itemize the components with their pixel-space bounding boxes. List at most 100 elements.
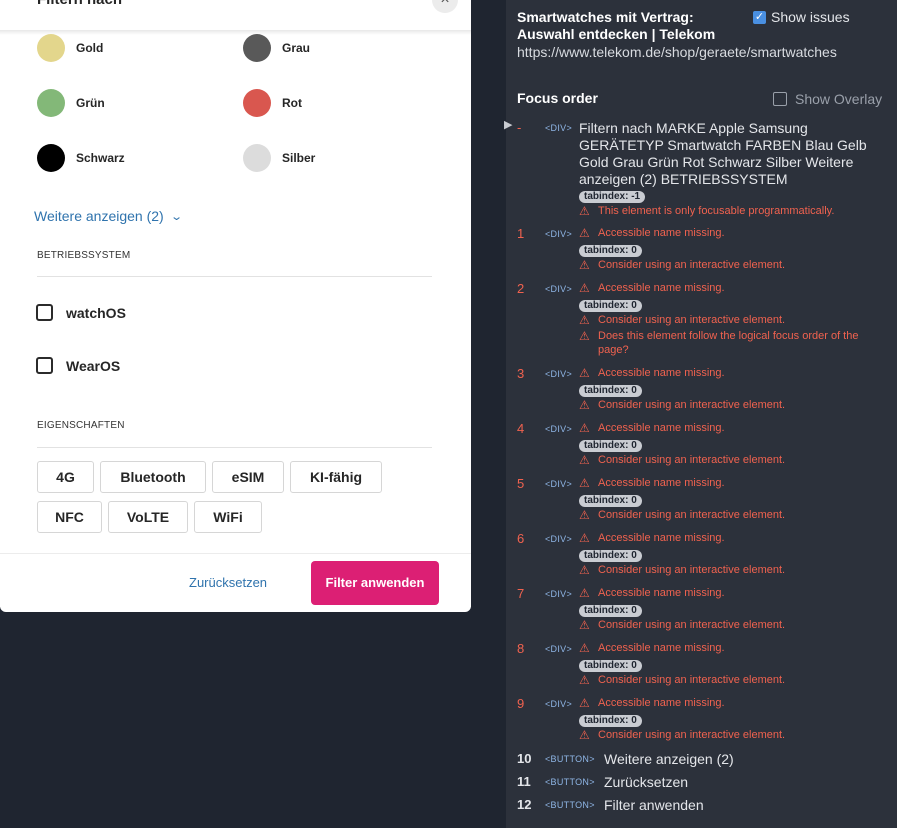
color-swatch <box>37 89 65 117</box>
element-text: Weitere anzeigen (2) <box>604 751 734 767</box>
warning-icon: ⚠ <box>579 226 590 240</box>
apply-filter-button[interactable]: Filter anwenden <box>311 561 439 605</box>
focus-number: 6 <box>517 531 525 546</box>
tabindex-badge: tabindex: 0 <box>579 605 642 617</box>
issue-text: Consider using an interactive element. <box>598 259 786 271</box>
chevron-down-icon: ⌄ <box>169 210 183 223</box>
color-option-rot[interactable]: Rot <box>243 89 302 117</box>
issue-line: ⚠ Consider using an interactive element. <box>579 728 891 742</box>
issue-text: Accessible name missing. <box>598 532 725 544</box>
chip-wifi[interactable]: WiFi <box>194 501 262 533</box>
issue-line: ⚠ Accessible name missing. <box>579 696 891 710</box>
color-option-gruen[interactable]: Grün <box>37 89 105 117</box>
element-tag: <DIV> <box>545 699 573 709</box>
checkbox-checked-icon[interactable]: ✓ <box>753 10 766 24</box>
issue-text: Accessible name missing. <box>598 282 725 294</box>
close-icon[interactable]: × <box>432 0 458 13</box>
warning-icon: ⚠ <box>579 281 590 295</box>
tabindex-badge: tabindex: 0 <box>579 440 642 452</box>
show-issues-label: Show issues <box>771 9 850 25</box>
color-option-schwarz[interactable]: Schwarz <box>37 144 125 172</box>
warning-icon: ⚠ <box>579 258 590 272</box>
show-more-link[interactable]: Weitere anzeigen (2) ⌄ <box>34 208 183 224</box>
warning-icon: ⚠ <box>579 563 590 577</box>
issue-text: Accessible name missing. <box>598 367 725 379</box>
warning-icon: ⚠ <box>579 641 590 655</box>
issue-text: Accessible name missing. <box>598 422 725 434</box>
issue-text: Accessible name missing. <box>598 697 725 709</box>
tabindex-badge: tabindex: 0 <box>579 660 642 672</box>
chip-nfc[interactable]: NFC <box>37 501 102 533</box>
color-option-silber[interactable]: Silber <box>243 144 315 172</box>
tabindex-badge: tabindex: 0 <box>579 245 642 257</box>
tabindex-badge: tabindex: 0 <box>579 715 642 727</box>
tabindex-badge: tabindex: 0 <box>579 385 642 397</box>
filter-panel: Filtern nach × Gold Grau Grün Rot Schwar… <box>0 0 471 612</box>
color-label: Grau <box>282 41 311 55</box>
issue-line: ⚠ Accessible name missing. <box>579 586 891 600</box>
element-tag: <DIV> <box>545 229 573 239</box>
warning-icon: ⚠ <box>579 453 590 467</box>
issue-text: Accessible name missing. <box>598 642 725 654</box>
issue-text: Accessible name missing. <box>598 227 725 239</box>
tabindex-badge: tabindex: 0 <box>579 495 642 507</box>
element-tag: <DIV> <box>545 369 573 379</box>
divider <box>37 276 432 277</box>
element-tag: <BUTTON> <box>545 800 595 810</box>
element-tag: <DIV> <box>545 534 573 544</box>
tabindex-badge: tabindex: -1 <box>579 191 646 203</box>
show-issues-toggle[interactable]: ✓ Show issues <box>753 9 850 25</box>
focus-number: 8 <box>517 641 525 656</box>
issue-line: ⚠ Accessible name missing. <box>579 421 891 435</box>
issue-text: Accessible name missing. <box>598 477 725 489</box>
color-label: Grün <box>76 96 105 110</box>
color-option-gold[interactable]: Gold <box>37 34 103 62</box>
issue-text: This element is only focusable programma… <box>598 205 835 217</box>
filter-title: Filtern nach <box>37 0 122 8</box>
color-label: Gold <box>76 41 104 55</box>
warning-icon: ⚠ <box>579 508 590 522</box>
chip-4g[interactable]: 4G <box>37 461 94 493</box>
issue-text: Consider using an interactive element. <box>598 619 786 631</box>
warning-icon: ⚠ <box>579 204 590 218</box>
issue-text: Consider using an interactive element. <box>598 454 786 466</box>
show-more-label: Weitere anzeigen (2) <box>34 208 164 224</box>
issue-text: Consider using an interactive element. <box>598 399 786 411</box>
chip-ki-faehig[interactable]: KI-fähig <box>290 461 382 493</box>
os-option-watchos[interactable]: watchOS <box>36 304 126 321</box>
warning-icon: ⚠ <box>579 586 590 600</box>
issue-line: ⚠ Accessible name missing. <box>579 366 891 380</box>
reset-button[interactable]: Zurücksetzen <box>189 575 267 590</box>
show-overlay-toggle[interactable]: Show Overlay <box>773 91 882 107</box>
warning-icon: ⚠ <box>579 421 590 435</box>
color-swatch <box>37 34 65 62</box>
chip-volte[interactable]: VoLTE <box>108 501 188 533</box>
warning-icon: ⚠ <box>579 313 590 327</box>
chip-bluetooth[interactable]: Bluetooth <box>100 461 206 493</box>
focus-number: 1 <box>517 226 525 241</box>
color-swatch <box>243 144 271 172</box>
warning-icon: ⚠ <box>579 476 590 490</box>
issue-line: ⚠ Accessible name missing. <box>579 226 891 240</box>
checkbox[interactable] <box>36 304 53 321</box>
element-tag: <DIV> <box>545 644 573 654</box>
element-text: Filtern nach MARKE Apple Samsung GERÄTET… <box>579 120 867 187</box>
element-tag: <BUTTON> <box>545 777 595 787</box>
overlay-icon <box>773 92 787 106</box>
element-text: Zurücksetzen <box>604 774 689 790</box>
issue-text: Consider using an interactive element. <box>598 564 786 576</box>
color-label: Silber <box>282 151 316 165</box>
warning-icon: ⚠ <box>579 531 590 545</box>
issue-line: ⚠ Consider using an interactive element. <box>579 673 891 687</box>
issue-line: ⚠ Consider using an interactive element. <box>579 508 891 522</box>
issue-line: ⚠ Consider using an interactive element. <box>579 563 891 577</box>
issue-text: Consider using an interactive element. <box>598 509 786 521</box>
a11y-panel: Smartwatches mit Vertrag: Auswahl entdec… <box>504 0 897 828</box>
warning-icon: ⚠ <box>579 366 590 380</box>
chip-esim[interactable]: eSIM <box>212 461 284 493</box>
issue-text: Consider using an interactive element. <box>598 729 786 741</box>
os-option-wearos[interactable]: WearOS <box>36 357 120 374</box>
checkbox[interactable] <box>36 357 53 374</box>
color-option-grau[interactable]: Grau <box>243 34 310 62</box>
show-overlay-label: Show Overlay <box>795 91 883 107</box>
